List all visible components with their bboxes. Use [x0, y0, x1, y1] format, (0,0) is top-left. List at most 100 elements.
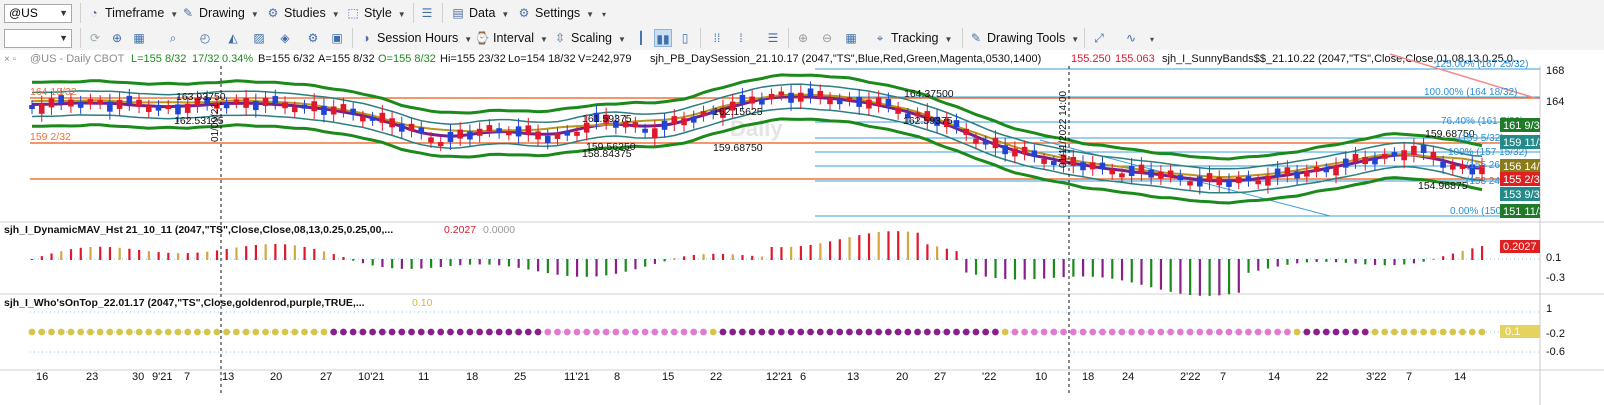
- histogram-bar: [1227, 259, 1231, 295]
- histogram-bar: [196, 252, 199, 260]
- symbol-search-icon[interactable]: ⌕: [164, 29, 182, 47]
- layout-icon[interactable]: ☰: [418, 4, 436, 22]
- bar-width-icon[interactable]: ⁞: [732, 29, 750, 47]
- histogram-bar: [624, 259, 627, 272]
- candle-body: [77, 101, 84, 108]
- time-axis-label: 23: [86, 371, 98, 383]
- candle-body: [340, 104, 347, 112]
- histogram-bar: [99, 246, 102, 260]
- toolbar-divider: [413, 3, 414, 23]
- toolbar-divider: [80, 28, 81, 48]
- histogram-bar: [537, 259, 540, 272]
- drawing-button[interactable]: ✎ Drawing ▼: [180, 4, 259, 22]
- indicator-dot: [301, 328, 308, 336]
- candle-body: [1080, 162, 1086, 171]
- tracking-label: Tracking: [891, 31, 939, 45]
- clock-icon: ◔: [90, 6, 98, 20]
- histogram-bar: [69, 249, 73, 260]
- chart-area[interactable]: × ▫ @US - Daily CBOT L=155 8/32 17/32 0.…: [0, 50, 1604, 405]
- time-axis: 16 23 30 9'21 7 13 20 27 10'21 11 18 25 11'21 8 15 22 12…: [36, 371, 1466, 383]
- histogram-bar: [128, 248, 131, 260]
- overflow-button[interactable]: ▾: [1144, 29, 1154, 47]
- indicator-dot: [787, 328, 795, 336]
- indicator-icon[interactable]: ◈: [276, 29, 294, 47]
- timer-icon[interactable]: ◴: [196, 29, 214, 47]
- hollow-candle-icon[interactable]: ▯: [676, 29, 694, 47]
- scaling-button[interactable]: ⇳ Scaling ▼: [552, 29, 626, 47]
- candle-body: [262, 98, 269, 107]
- histogram-bar: [478, 259, 481, 265]
- studies-button[interactable]: ⚙ Studies ▼: [265, 4, 340, 22]
- zoom-in-icon[interactable]: ⊕: [794, 29, 812, 47]
- candle-body: [476, 128, 483, 136]
- histogram-bar: [848, 237, 851, 260]
- image-icon[interactable]: ▨: [250, 29, 268, 47]
- candle-body: [749, 96, 755, 104]
- indicator-dot: [1206, 328, 1213, 336]
- indicator-dot: [631, 328, 639, 336]
- candle-body: [467, 131, 473, 140]
- properties-icon[interactable]: ⚙: [304, 29, 322, 47]
- workspace-combo[interactable]: ▼: [4, 29, 72, 48]
- grid-icon[interactable]: ▦: [130, 29, 148, 47]
- indicator-dot: [836, 328, 844, 336]
- drawing-tools-button[interactable]: ✎ Drawing Tools ▼: [968, 29, 1079, 47]
- overflow-button[interactable]: ▾: [596, 4, 606, 22]
- candle-body: [1138, 164, 1145, 174]
- candle-body: [136, 99, 142, 107]
- candle-body: [661, 120, 668, 130]
- symbol-input[interactable]: @US ▼: [4, 4, 72, 23]
- indicator-dot: [1235, 328, 1243, 336]
- candle-body: [175, 104, 181, 115]
- time-axis-label: 7: [184, 371, 190, 383]
- histogram-bar: [400, 259, 403, 269]
- histogram-bar: [614, 259, 618, 274]
- panel-icon[interactable]: ☰: [764, 29, 782, 47]
- interval-button[interactable]: ⌚ Interval ▼: [474, 29, 548, 47]
- time-axis-label: 18: [466, 371, 478, 383]
- bar-chart-icon[interactable]: ┃: [632, 29, 650, 47]
- refresh-icon[interactable]: ⟳: [86, 29, 104, 47]
- indicator-dot: [544, 328, 552, 336]
- crosshair-grid-icon[interactable]: ▦: [842, 29, 860, 47]
- indicator-dot: [456, 328, 464, 336]
- close-chart-icon[interactable]: × ▫: [4, 54, 16, 65]
- tracking-button[interactable]: ⌖ Tracking ▼: [872, 29, 953, 47]
- candle-body: [165, 105, 172, 110]
- histogram-bar: [945, 248, 948, 260]
- indicator-dot: [1001, 328, 1009, 336]
- format-icon[interactable]: ▣: [328, 29, 346, 47]
- candle-body: [29, 105, 35, 109]
- timeframe-button[interactable]: ◔ Timeframe ▼: [86, 4, 178, 22]
- activity-icon[interactable]: ∿: [1122, 29, 1140, 47]
- time-axis-label: 22: [710, 371, 722, 383]
- candle-body: [1333, 165, 1339, 176]
- candlestick-icon[interactable]: ▮▮: [654, 29, 672, 47]
- style-button[interactable]: ⬚ Style ▼: [345, 4, 405, 22]
- candle-body: [1167, 170, 1174, 177]
- price-annotation: 163.93750: [176, 91, 226, 103]
- bar-spacing-icon[interactable]: ⁞⁞: [708, 29, 726, 47]
- trendline-icon[interactable]: ⤢: [1090, 29, 1108, 47]
- zoom-out-icon[interactable]: ⊖: [818, 29, 836, 47]
- data-button[interactable]: ▤ Data ▼: [450, 4, 509, 22]
- histogram-bar: [60, 251, 63, 260]
- indicator-dot: [281, 328, 289, 336]
- candle-body: [301, 104, 308, 109]
- time-axis-label: '22: [982, 371, 996, 383]
- settings-button[interactable]: ⚙ Settings ▼: [516, 4, 594, 22]
- histogram-bar: [361, 259, 365, 264]
- indicator-dot: [777, 328, 785, 336]
- indicator-dot: [1352, 328, 1359, 336]
- candle-body: [1148, 169, 1154, 178]
- candle-body: [1372, 158, 1378, 165]
- session-hours-button[interactable]: ◑ Session Hours ▼: [358, 29, 472, 47]
- histogram-bar: [40, 256, 43, 260]
- study1-label: sjh_PB_DaySession_21.10.17 (2047,"TS",Bl…: [650, 53, 1041, 65]
- indicator-dot: [962, 328, 970, 336]
- histogram-bar: [1442, 256, 1445, 260]
- link-icon[interactable]: ⊕: [108, 29, 126, 47]
- chart-analysis-icon[interactable]: ◭: [224, 29, 242, 47]
- histogram-bar: [79, 247, 82, 260]
- indicator-dot: [680, 328, 688, 336]
